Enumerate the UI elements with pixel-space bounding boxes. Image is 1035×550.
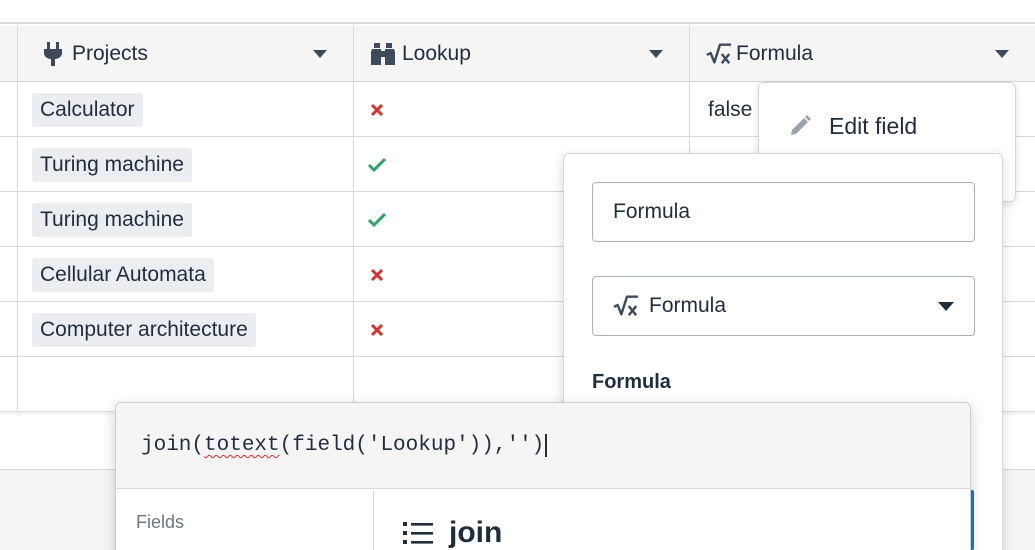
formula-editor: join(totext(field('Lookup')),'') Fields … xyxy=(115,402,971,550)
pencil-icon xyxy=(789,114,813,138)
edit-field-label: Edit field xyxy=(829,112,918,139)
spellcheck-underline: totext xyxy=(204,434,280,457)
project-chip[interactable]: Cellular Automata xyxy=(32,257,214,292)
header-formula-label: Formula xyxy=(736,42,814,65)
formula-icon xyxy=(613,293,639,319)
chevron-down-icon[interactable] xyxy=(313,50,327,58)
header-formula[interactable]: Formula xyxy=(690,26,1035,82)
formula-input[interactable]: join(totext(field('Lookup')),'') xyxy=(116,403,970,489)
function-doc-pane: join xyxy=(375,490,970,550)
fields-label: Fields xyxy=(136,512,185,532)
row-selector xyxy=(0,357,18,412)
header-lookup[interactable]: Lookup xyxy=(354,26,690,82)
row-selector xyxy=(0,137,18,192)
chevron-down-icon[interactable] xyxy=(649,50,663,58)
field-name-input[interactable] xyxy=(592,182,975,242)
formula-code[interactable]: join(totext(field('Lookup')),'') xyxy=(141,434,548,457)
row-selector xyxy=(0,302,18,357)
formula-icon xyxy=(706,41,732,67)
row-selector xyxy=(0,192,18,247)
header-projects[interactable]: Projects xyxy=(18,26,354,82)
field-type-select[interactable]: Formula xyxy=(592,276,975,336)
function-name: join xyxy=(449,516,503,549)
formula-heading: Formula xyxy=(592,371,671,393)
projects-cell[interactable]: Turing machine xyxy=(18,192,354,247)
header-cell-row-selector xyxy=(0,26,18,82)
list-icon xyxy=(403,520,433,546)
projects-cell[interactable]: Computer architecture xyxy=(18,302,354,357)
binoculars-icon xyxy=(370,41,396,67)
header-lookup-label: Lookup xyxy=(402,42,471,65)
project-chip[interactable]: Turing machine xyxy=(32,147,192,182)
project-chip[interactable]: Computer architecture xyxy=(32,312,256,347)
row-selector xyxy=(0,247,18,302)
check-icon xyxy=(368,211,386,229)
fields-pane: Fields xyxy=(116,490,374,550)
row-selector xyxy=(0,82,18,137)
projects-cell[interactable]: Cellular Automata xyxy=(18,247,354,302)
cross-icon xyxy=(368,321,386,339)
header-projects-label: Projects xyxy=(72,42,148,65)
projects-cell[interactable]: Turing machine xyxy=(18,137,354,192)
function-doc-title: join xyxy=(403,516,502,550)
project-chip[interactable]: Calculator xyxy=(32,92,143,127)
field-type-label: Formula xyxy=(649,294,727,317)
formula-value: false xyxy=(708,97,753,121)
chevron-down-icon xyxy=(938,302,954,311)
check-icon xyxy=(368,156,386,174)
chevron-down-icon[interactable] xyxy=(995,50,1009,58)
cross-icon xyxy=(368,101,386,119)
lookup-cell[interactable] xyxy=(354,82,690,137)
grid-header-row: Projects Lookup Formula xyxy=(0,26,1035,82)
top-toolbar-strip xyxy=(0,0,1035,24)
project-chip[interactable]: Turing machine xyxy=(32,202,192,237)
plug-icon xyxy=(40,41,66,67)
projects-cell[interactable]: Calculator xyxy=(18,82,354,137)
cross-icon xyxy=(368,266,386,284)
